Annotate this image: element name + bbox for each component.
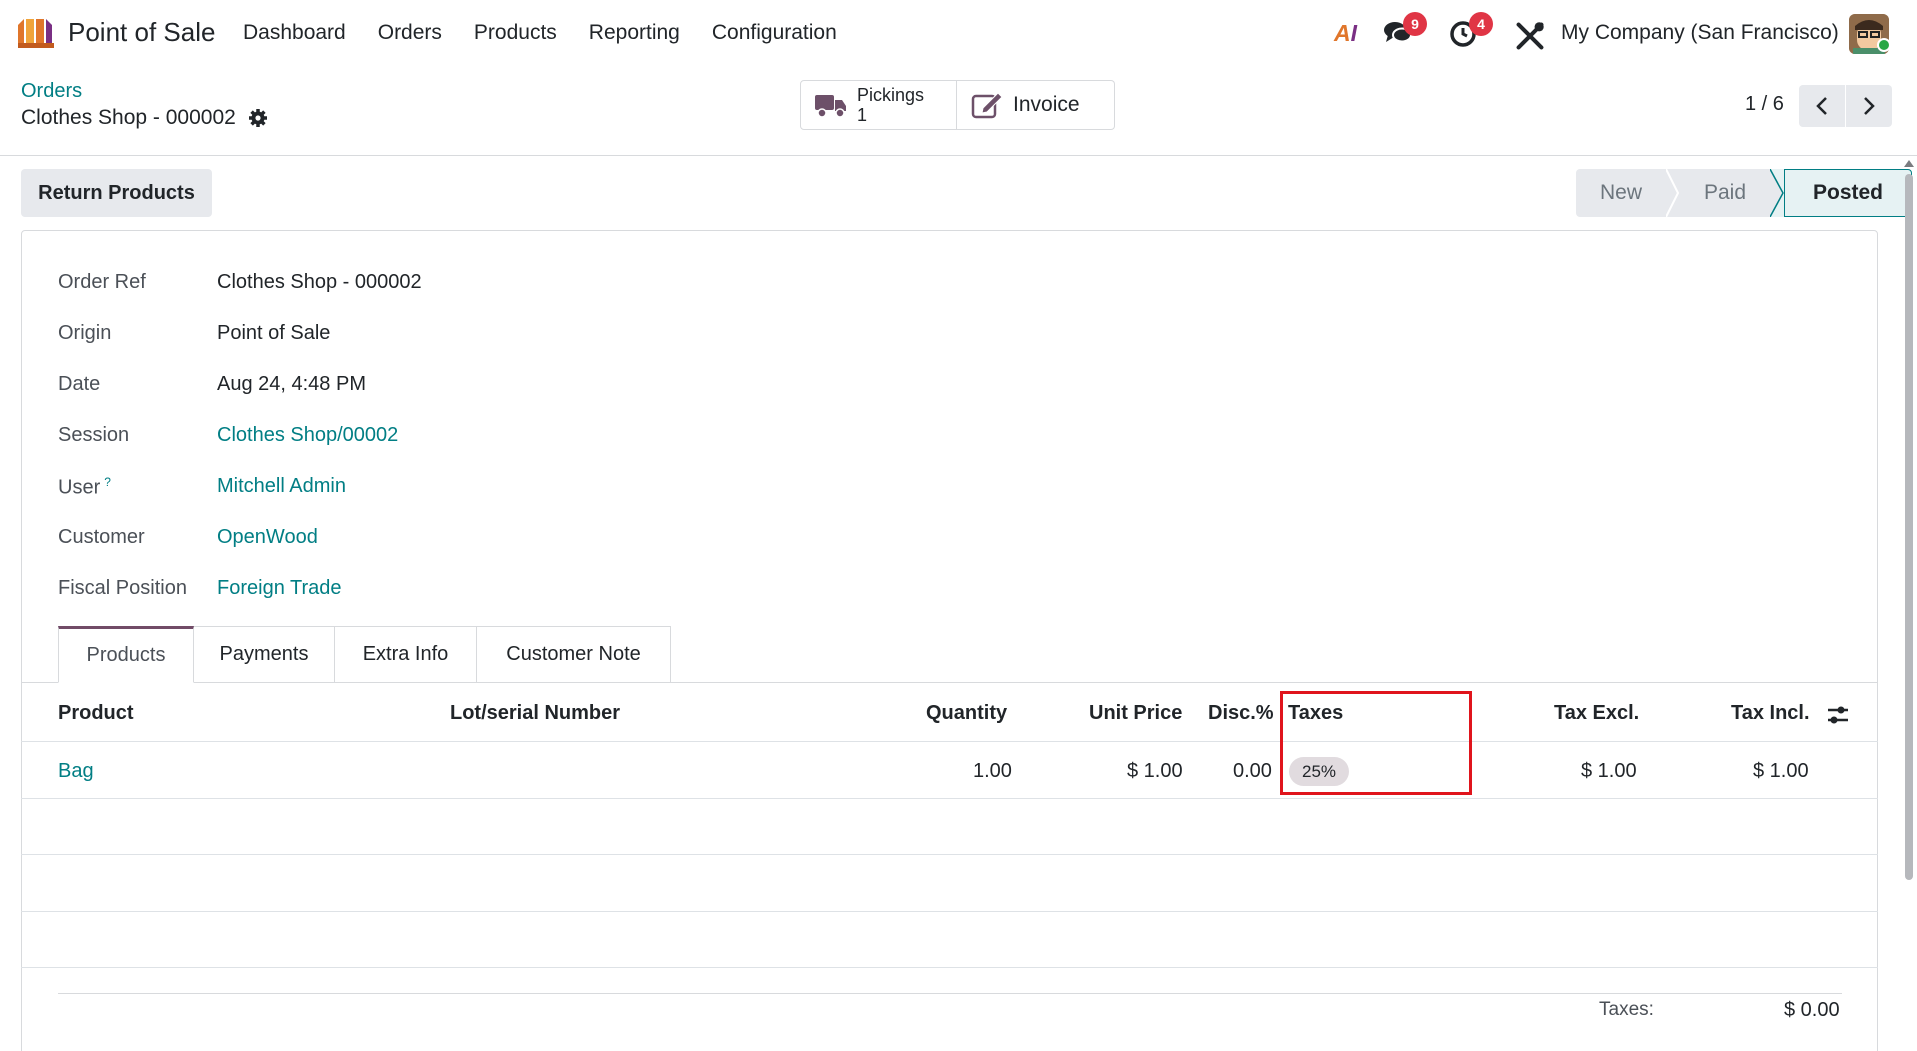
point-of-sale-app-icon[interactable]: [16, 17, 58, 49]
user-link[interactable]: Mitchell Admin: [217, 475, 346, 498]
row-tax-excl: $ 1.00: [1581, 760, 1637, 782]
scroll-thumb[interactable]: [1905, 174, 1913, 880]
top-navbar: Point of Sale Dashboard Orders Products …: [0, 0, 1917, 66]
pager-previous-button[interactable]: [1799, 85, 1845, 127]
session-link[interactable]: Clothes Shop/00002: [217, 424, 398, 447]
edit-icon: [971, 92, 1003, 119]
record-title: Clothes Shop - 000002: [21, 106, 268, 130]
invoice-label: Invoice: [1013, 93, 1080, 116]
empty-row-divider: [21, 967, 1878, 968]
menu-products[interactable]: Products: [474, 21, 557, 45]
order-ref-label: Order Ref: [58, 271, 146, 293]
tools-icon[interactable]: [1514, 20, 1546, 52]
column-unit-price[interactable]: Unit Price: [1089, 702, 1182, 725]
menu-configuration[interactable]: Configuration: [712, 21, 837, 45]
help-tooltip-icon[interactable]: ?: [104, 475, 111, 489]
status-paid[interactable]: Paid: [1680, 169, 1770, 217]
notebook-tabs: Products Payments Extra Info Customer No…: [58, 626, 671, 683]
customer-label: Customer: [58, 526, 145, 548]
smart-buttons: Pickings 1 Invoice: [800, 80, 1115, 130]
menu-reporting[interactable]: Reporting: [589, 21, 680, 45]
taxes-total-label: Taxes:: [1599, 999, 1654, 1020]
fiscal-position-link[interactable]: Foreign Trade: [217, 577, 342, 600]
breadcrumb-orders[interactable]: Orders: [21, 80, 82, 103]
status-separator-arrow: [1666, 169, 1680, 217]
column-lot-serial[interactable]: Lot/serial Number: [450, 702, 620, 725]
activities-button[interactable]: 4: [1449, 12, 1493, 50]
ai-icon[interactable]: AI: [1334, 20, 1357, 47]
record-name: Clothes Shop - 000002: [21, 106, 236, 129]
truck-icon: [815, 95, 846, 118]
column-discount[interactable]: Disc.%: [1208, 702, 1274, 725]
empty-row-divider: [21, 911, 1878, 912]
customer-link[interactable]: OpenWood: [217, 526, 318, 549]
row-product[interactable]: Bag: [58, 760, 94, 783]
table-header-divider: [21, 741, 1878, 742]
control-panel-divider: [0, 155, 1917, 156]
taxes-total-value: $ 0.00: [1784, 999, 1840, 1021]
pager-next-button[interactable]: [1846, 85, 1892, 127]
status-new[interactable]: New: [1576, 169, 1666, 217]
user-label-text: User: [58, 476, 101, 499]
column-product[interactable]: Product: [58, 702, 134, 725]
fiscal-position-label: Fiscal Position: [58, 577, 187, 599]
online-status-dot: [1877, 38, 1891, 52]
main-menu: Dashboard Orders Products Reporting Conf…: [243, 21, 869, 45]
row-divider: [21, 798, 1878, 799]
app-name[interactable]: Point of Sale: [68, 17, 215, 48]
company-switcher[interactable]: My Company (San Francisco): [1561, 21, 1839, 45]
status-separator-arrow: [1770, 169, 1784, 217]
pickings-smart-button[interactable]: Pickings 1: [800, 80, 957, 130]
scroll-up-arrow-icon[interactable]: [1904, 160, 1914, 167]
date-label: Date: [58, 373, 101, 395]
row-tax-incl: $ 1.00: [1753, 760, 1809, 782]
order-ref-value: Clothes Shop - 000002: [217, 271, 422, 293]
page-scrollbar[interactable]: [1903, 160, 1915, 1051]
pickings-count: 1: [857, 105, 868, 125]
status-posted[interactable]: Posted: [1784, 169, 1912, 217]
chevron-right-icon: [1864, 97, 1875, 115]
activities-badge: 4: [1469, 12, 1493, 36]
pager-value[interactable]: 1 / 6: [1745, 93, 1784, 116]
date-value: Aug 24, 4:48 PM: [217, 373, 366, 395]
origin-value: Point of Sale: [217, 322, 331, 344]
status-bar: New Paid Posted: [1576, 169, 1912, 217]
tab-customer-note[interactable]: Customer Note: [477, 626, 671, 683]
messages-badge: 9: [1403, 12, 1427, 36]
messages-button[interactable]: 9: [1383, 12, 1427, 50]
session-label: Session: [58, 424, 130, 446]
taxes-highlight-box: [1280, 691, 1472, 795]
user-label: User?: [58, 475, 111, 500]
tab-payments[interactable]: Payments: [194, 626, 335, 683]
optional-columns-icon[interactable]: [1826, 703, 1850, 727]
row-unit-price: $ 1.00: [1127, 760, 1183, 782]
chevron-left-icon: [1816, 97, 1827, 115]
column-quantity[interactable]: Quantity: [926, 702, 1007, 725]
row-quantity: 1.00: [973, 760, 1012, 782]
menu-orders[interactable]: Orders: [378, 21, 442, 45]
origin-label: Origin: [58, 322, 112, 344]
tab-extra-info[interactable]: Extra Info: [335, 626, 477, 683]
empty-row-divider: [21, 854, 1878, 855]
totals-divider: [58, 993, 1842, 994]
column-tax-excl[interactable]: Tax Excl.: [1554, 702, 1639, 725]
column-tax-incl[interactable]: Tax Incl.: [1731, 702, 1810, 725]
row-discount: 0.00: [1233, 760, 1272, 782]
return-products-button[interactable]: Return Products: [21, 169, 212, 217]
tab-products[interactable]: Products: [58, 626, 194, 683]
menu-dashboard[interactable]: Dashboard: [243, 21, 346, 45]
pickings-label: Pickings: [857, 85, 925, 105]
gear-icon[interactable]: [248, 108, 268, 128]
invoice-smart-button[interactable]: Invoice: [957, 80, 1115, 130]
